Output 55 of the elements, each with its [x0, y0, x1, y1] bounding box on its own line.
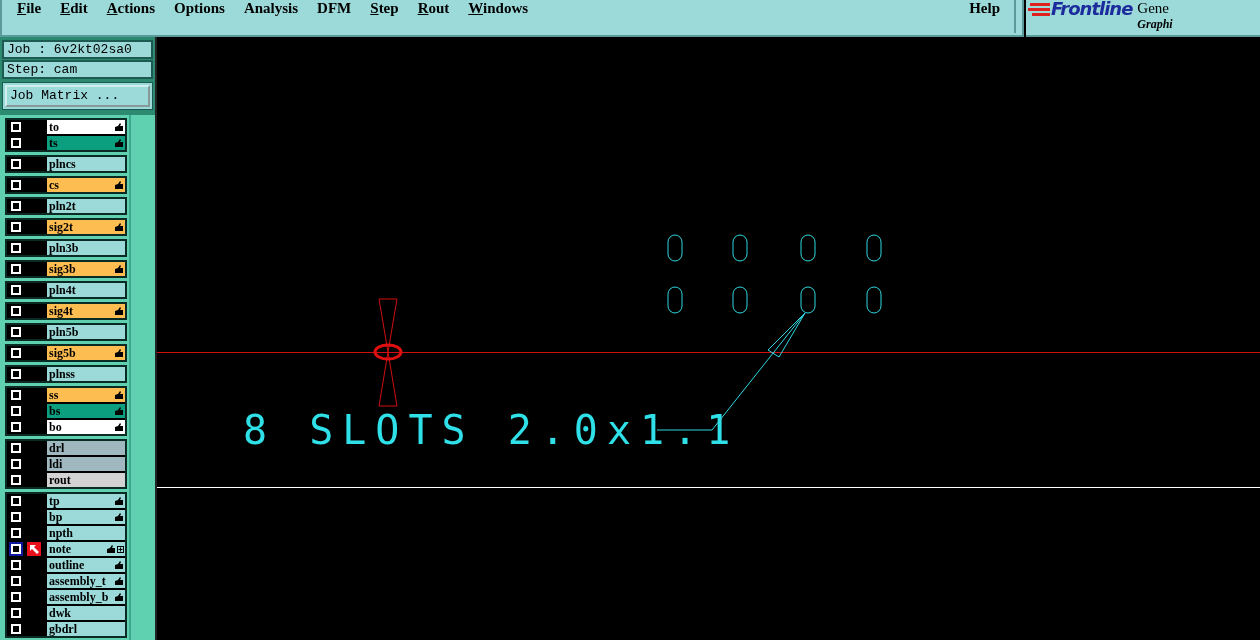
layer-item[interactable]: ldi	[47, 457, 125, 471]
layer-item[interactable]: dwk	[47, 606, 125, 620]
layer-item[interactable]: ts	[47, 136, 125, 150]
product-subtitle: Graphi	[1137, 17, 1173, 32]
layer-item[interactable]: pln5b	[47, 325, 125, 339]
layer-item[interactable]: plnss	[47, 367, 125, 381]
layer-item[interactable]: bo	[47, 420, 125, 434]
menu-item[interactable]: Options	[165, 0, 235, 17]
layer-item[interactable]: bp	[47, 510, 125, 524]
menu-item[interactable]: Rout	[408, 0, 460, 17]
product-name: Gene	[1137, 0, 1170, 17]
job-matrix-button[interactable]: Job Matrix ...	[5, 85, 150, 107]
layer-item[interactable]: plncs	[47, 157, 125, 171]
layer-item[interactable]: sig5b	[47, 346, 125, 360]
arrow-icon	[27, 542, 41, 556]
layer-item[interactable]: sig2t	[47, 220, 125, 234]
layer-item[interactable]: cs	[47, 178, 125, 192]
layer-item[interactable]: assembly_b	[47, 590, 125, 604]
layer-item[interactable]: bs	[47, 404, 125, 418]
layer-item[interactable]: ss	[47, 388, 125, 402]
layer-item[interactable]: rout	[47, 473, 125, 487]
speed-lines-icon	[1028, 2, 1050, 18]
job-label: Job : 6v2kt02sa0	[2, 40, 153, 59]
slot-outline	[866, 234, 882, 262]
layer-item[interactable]: to	[47, 120, 125, 134]
slot-outline	[667, 234, 683, 262]
menu-item[interactable]: Analysis	[234, 0, 309, 17]
annotation-text: 8 SLOTS 2.0x1.1	[243, 407, 740, 453]
layer-item[interactable]: gbdrl	[47, 622, 125, 636]
layer-item[interactable]: pln4t	[47, 283, 125, 297]
layer-item[interactable]: sig4t	[47, 304, 125, 318]
layer-item[interactable]: pln3b	[47, 241, 125, 255]
slot-outline	[732, 234, 748, 262]
menu-item[interactable]: File	[8, 0, 52, 17]
brand-logo: Frontline	[1051, 0, 1133, 18]
menu-item[interactable]: Step	[361, 0, 409, 17]
layer-item[interactable]: npth	[47, 526, 125, 540]
layer-item[interactable]: tp	[47, 494, 125, 508]
menu-item[interactable]: Actions	[97, 0, 166, 17]
slot-outline	[800, 286, 816, 314]
menu-item[interactable]: Windows	[459, 0, 539, 17]
step-label: Step: cam	[2, 60, 153, 79]
layer-item[interactable]: assembly_t	[47, 574, 125, 588]
layer-item[interactable]: sig3b	[47, 262, 125, 276]
layer-item[interactable]: drl	[47, 441, 125, 455]
layer-item[interactable]: pln2t	[47, 199, 125, 213]
layer-item[interactable]: outline	[47, 558, 125, 572]
slot-outline	[667, 286, 683, 314]
menu-item[interactable]: DFM	[308, 0, 362, 17]
slot-outline	[800, 234, 816, 262]
help-menu[interactable]: Help	[955, 0, 1016, 33]
menu-item[interactable]: Edit	[51, 0, 98, 17]
slot-outline	[866, 286, 882, 314]
layer-item[interactable]: note	[47, 542, 125, 556]
slot-outline	[732, 286, 748, 314]
